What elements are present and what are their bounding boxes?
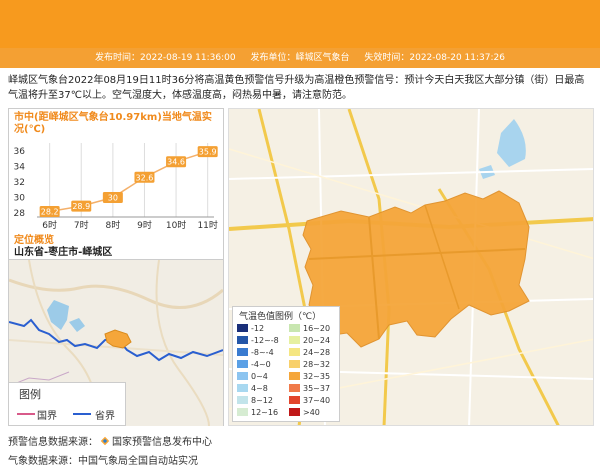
expire-time: 失效时间：2022-08-20 11:37:26 bbox=[364, 53, 505, 63]
temp-legend-item: -8~-4 bbox=[237, 347, 274, 359]
temp-range-label: -4~0 bbox=[251, 360, 271, 369]
temp-legend-item: 35~37 bbox=[289, 383, 330, 395]
temp-color-swatch bbox=[289, 396, 300, 404]
temp-range-label: 16~20 bbox=[303, 324, 331, 333]
temp-color-swatch bbox=[237, 396, 248, 404]
temp-range-label: -12~-8 bbox=[251, 336, 279, 345]
chart-x-tick-label: 7时 bbox=[74, 219, 89, 229]
map-legend: 图例 国界 省界 bbox=[8, 382, 126, 426]
temp-range-label: 35~37 bbox=[303, 384, 331, 393]
temp-color-swatch bbox=[289, 336, 300, 344]
temp-legend-item: -4~0 bbox=[237, 359, 271, 371]
chart-x-tick-label: 6时 bbox=[42, 219, 57, 229]
temp-color-swatch bbox=[237, 372, 248, 380]
temp-range-label: 0~4 bbox=[251, 372, 268, 381]
temperature-color-legend: 气温色值图例（℃） -12 16~20 -12~-8 20~24 -8~-4 24~28 -… bbox=[232, 306, 340, 422]
chart-data-label: 28.9 bbox=[72, 202, 90, 211]
chart-data-label: 34.6 bbox=[167, 158, 185, 167]
temp-range-label: 37~40 bbox=[303, 396, 331, 405]
temp-legend-title: 气温色值图例（℃） bbox=[239, 312, 322, 322]
temp-legend-item: 8~12 bbox=[237, 395, 273, 407]
temp-legend-item: 20~24 bbox=[289, 335, 330, 347]
temp-legend-item: 0~4 bbox=[237, 371, 268, 383]
publisher: 发布单位：峄城区气象台 bbox=[250, 53, 350, 63]
temp-legend-item: 16~20 bbox=[289, 323, 330, 335]
temp-color-swatch bbox=[237, 336, 248, 344]
temperature-chart: 36 34 32 30 28 28.2 6时 28.9 7时 30 8时 32.6 9时 34.6 10时 3… bbox=[14, 143, 218, 229]
temp-legend-item: 32~35 bbox=[289, 371, 330, 383]
temp-color-swatch bbox=[289, 324, 300, 332]
temp-color-swatch bbox=[289, 360, 300, 368]
chart-data-label: 35.9 bbox=[199, 148, 217, 157]
warning-source-label: 预警信息数据来源： bbox=[8, 437, 98, 448]
warning-source: 预警信息数据来源： 国家预警信息发布中心 bbox=[8, 433, 212, 448]
publish-info-bar: 发布时间：2022-08-19 11:36:00 发布单位：峄城区气象台 失效时… bbox=[0, 48, 600, 68]
temp-legend-item: 4~8 bbox=[237, 383, 268, 395]
provincial-border-label: 省界 bbox=[95, 411, 115, 422]
chart-title: 市中(距峄城区气象台10.97km)当地气温实况(℃) bbox=[14, 112, 212, 135]
temp-legend-item: >40 bbox=[289, 407, 320, 419]
chart-x-tick-label: 11时 bbox=[197, 219, 217, 229]
chart-x-tick-label: 9时 bbox=[137, 219, 152, 229]
temp-color-swatch bbox=[237, 408, 248, 416]
provincial-border-line bbox=[73, 413, 91, 415]
temp-color-swatch bbox=[237, 360, 248, 368]
temp-color-swatch bbox=[289, 372, 300, 380]
chart-data-label: 32.6 bbox=[136, 173, 154, 182]
location-name: 山东省-枣庄市-峄城区 bbox=[14, 247, 113, 258]
warning-source-name: 国家预警信息发布中心 bbox=[112, 437, 212, 448]
temp-color-swatch bbox=[237, 384, 248, 392]
temp-range-label: 8~12 bbox=[251, 396, 273, 405]
legend-title: 图例 bbox=[19, 388, 41, 401]
warning-center-logo-icon bbox=[100, 436, 110, 446]
temp-range-label: 32~35 bbox=[303, 372, 331, 381]
temp-range-label: 20~24 bbox=[303, 336, 331, 345]
temp-range-label: -12 bbox=[251, 324, 265, 333]
temp-legend-item: -12 bbox=[237, 323, 264, 335]
temp-legend-item: 24~28 bbox=[289, 347, 330, 359]
warning-description: 峄城区气象台2022年08月19日11时36分将高温黄色预警信号升级为高温橙色预… bbox=[8, 75, 585, 101]
temp-range-label: 12~16 bbox=[251, 408, 279, 417]
temp-color-swatch bbox=[237, 324, 248, 332]
temp-color-swatch bbox=[289, 408, 300, 416]
temp-legend-item: 37~40 bbox=[289, 395, 330, 407]
temp-range-label: 28~32 bbox=[303, 360, 331, 369]
weather-source: 气象数据来源：中国气象局全国自动站实况 bbox=[8, 456, 198, 467]
temp-color-swatch bbox=[237, 348, 248, 356]
chart-x-tick-label: 8时 bbox=[105, 219, 120, 229]
chart-y-tick-label: 30 bbox=[14, 194, 26, 204]
publish-time: 发布时间：2022-08-19 11:36:00 bbox=[95, 53, 236, 63]
chart-y-tick-label: 36 bbox=[14, 147, 26, 157]
temp-legend-item: -12~-8 bbox=[237, 335, 279, 347]
temp-range-label: 24~28 bbox=[303, 348, 331, 357]
temp-color-swatch bbox=[289, 384, 300, 392]
left-panel: 市中(距峄城区气象台10.97km)当地气温实况(℃) 36 34 32 30 28 28… bbox=[8, 108, 224, 426]
chart-y-tick-label: 34 bbox=[14, 162, 26, 172]
temp-color-swatch bbox=[289, 348, 300, 356]
header-banner bbox=[0, 0, 600, 48]
temp-legend-item: 28~32 bbox=[289, 359, 330, 371]
chart-y-tick-label: 28 bbox=[14, 209, 26, 219]
temp-legend-item: 12~16 bbox=[237, 407, 278, 419]
chart-y-tick-label: 32 bbox=[14, 178, 25, 188]
chart-data-label: 30 bbox=[108, 194, 118, 203]
temp-range-label: -8~-4 bbox=[251, 348, 274, 357]
chart-x-tick-label: 10时 bbox=[166, 219, 186, 229]
national-border-label: 国界 bbox=[37, 411, 57, 422]
temp-range-label: >40 bbox=[303, 408, 320, 417]
national-border-line bbox=[17, 413, 35, 415]
chart-data-label: 28.2 bbox=[41, 208, 59, 217]
temp-range-label: 4~8 bbox=[251, 384, 268, 393]
